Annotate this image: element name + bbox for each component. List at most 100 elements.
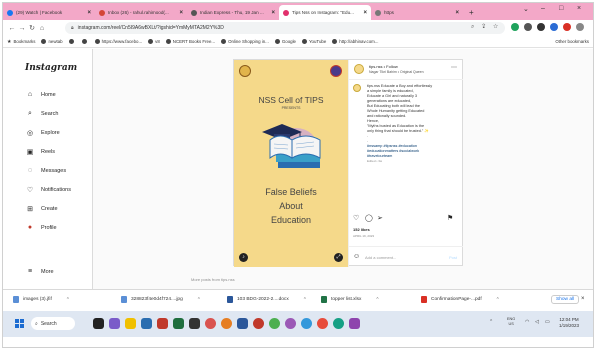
back-icon[interactable]: ←	[7, 25, 17, 32]
bookmark-item[interactable]: Online Shopping in...	[221, 39, 269, 44]
share-icon[interactable]: ➢	[377, 214, 383, 222]
menu-dots-icon[interactable]	[576, 23, 584, 31]
sidebar-icon[interactable]	[550, 23, 558, 31]
bookmark-item[interactable]: Google	[274, 39, 296, 44]
chrome-icon[interactable]	[221, 318, 232, 329]
nav-item-reels[interactable]: ▣ Reels	[25, 148, 55, 156]
post-location[interactable]: Nagar Tikri Bahim • Original Queen	[369, 70, 424, 74]
post-comment-button[interactable]: Post	[449, 255, 457, 260]
tab-close-icon[interactable]: ×	[271, 10, 275, 16]
likes-count[interactable]: 152 likes	[353, 227, 370, 232]
nav-item-create[interactable]: ⊞ Create	[25, 205, 57, 213]
tab-close-icon[interactable]: ×	[455, 10, 459, 16]
extension-icon[interactable]	[511, 23, 519, 31]
other-bookmarks[interactable]: Other bookmarks	[555, 39, 589, 44]
chrome-icon[interactable]	[285, 318, 296, 329]
new-tab-button[interactable]: +	[463, 5, 480, 20]
volume-icon[interactable]: ◁	[535, 319, 539, 325]
clock[interactable]: 12:04 PM 1/19/2023	[559, 317, 579, 329]
bookmark-item[interactable]: http://abhinav.com...	[332, 39, 379, 44]
battery-icon[interactable]: ▭	[545, 319, 550, 325]
chevron-up-icon[interactable]: ⌃	[303, 297, 307, 303]
tab-close-icon[interactable]: ×	[363, 10, 367, 16]
omnibox-action-icons[interactable]: ⌕ ⇪ ☆	[471, 24, 501, 31]
expand-icon[interactable]: ⤢	[334, 253, 343, 262]
chrome-icon[interactable]	[205, 318, 216, 329]
app-icon[interactable]	[189, 318, 200, 329]
download-item[interactable]: 328823f4e0d4f724....jpg ⌃	[121, 296, 201, 303]
file-explorer-icon[interactable]	[125, 318, 136, 329]
browser-tab[interactable]: Tips Nss on Instagram: "Edu... ×	[279, 5, 371, 20]
comment-icon[interactable]: ◯	[365, 214, 373, 222]
home-icon[interactable]: ⌂	[37, 25, 47, 32]
bookmark-item[interactable]: v8	[148, 39, 160, 44]
emoji-icon[interactable]: ☺	[353, 253, 360, 260]
download-item[interactable]: images (3).jfif ⌃	[13, 296, 70, 303]
post-image[interactable]: NSS Cell of TIPS PRESENTS False Beliefs …	[234, 60, 348, 267]
store-icon[interactable]	[141, 318, 152, 329]
nav-item-notifications[interactable]: ♡ Notifications	[25, 186, 71, 194]
bookmark-item[interactable]: ★ Bookmarks	[7, 39, 35, 45]
browser-tab[interactable]: Indian Express - Thu, 19 Jan ... ×	[187, 5, 279, 20]
avatar[interactable]	[354, 64, 364, 74]
minimize-button[interactable]: –	[541, 5, 545, 12]
task-view-icon[interactable]	[93, 318, 104, 329]
windows-start-icon[interactable]	[15, 319, 24, 328]
extension-icon[interactable]	[524, 23, 532, 31]
close-window-button[interactable]: ×	[577, 5, 581, 12]
language-indicator[interactable]: ENG US	[507, 317, 515, 327]
profile-avatar-icon[interactable]	[563, 23, 571, 31]
like-icon[interactable]: ♡	[353, 214, 359, 222]
forward-icon[interactable]: →	[17, 25, 27, 32]
more-options-icon[interactable]: ⋯	[451, 64, 457, 71]
teams-icon[interactable]	[109, 318, 120, 329]
more-posts-heading[interactable]: More posts from tips.nss	[191, 277, 235, 282]
download-item[interactable]: ConfirmationPage-...pdf ⌃	[421, 296, 500, 303]
nav-item-more[interactable]: ≡ More	[25, 268, 54, 275]
comment-input[interactable]: Add a comment...	[365, 255, 396, 260]
show-all-button[interactable]: Show all	[551, 295, 580, 304]
post-username[interactable]: tips.nss • Follow	[369, 64, 398, 69]
maximize-button[interactable]: □	[559, 5, 563, 12]
browser-tab[interactable]: Inbox (26) - rahul.rahimood(... ×	[95, 5, 187, 20]
chevron-up-icon[interactable]: ⌃	[66, 297, 70, 303]
tray-chevron-icon[interactable]: ⌃	[489, 319, 493, 325]
nav-item-home[interactable]: ⌂ Home	[25, 91, 56, 98]
bookmark-item[interactable]: newtab	[41, 39, 63, 44]
app-icon[interactable]	[173, 318, 184, 329]
wifi-icon[interactable]: ◠	[525, 319, 529, 325]
instagram-logo[interactable]: Instagram	[25, 63, 77, 73]
nav-item-explore[interactable]: ◎ Explore	[25, 129, 60, 137]
audio-icon[interactable]: ♪	[239, 253, 248, 262]
taskbar-search[interactable]: ⌕ Search	[31, 317, 75, 330]
bookmark-item[interactable]: YouTube	[302, 39, 326, 44]
word-icon[interactable]	[237, 318, 248, 329]
caption-avatar[interactable]	[353, 84, 361, 92]
browser-tab[interactable]: (29) Watch | Facebook ×	[3, 5, 95, 20]
chrome-icon[interactable]	[253, 318, 264, 329]
nav-item-profile[interactable]: ● Profile	[25, 224, 57, 231]
save-icon[interactable]: ⚑	[447, 214, 453, 222]
chrome-icon[interactable]	[317, 318, 328, 329]
bookmark-item[interactable]: NCERT Books Free...	[165, 39, 215, 44]
puzzle-icon[interactable]	[537, 23, 545, 31]
chrome-icon[interactable]	[333, 318, 344, 329]
tab-close-icon[interactable]: ×	[87, 10, 91, 16]
close-downloads-icon[interactable]: ×	[581, 296, 585, 302]
tab-close-icon[interactable]: ×	[179, 10, 183, 16]
app-icon[interactable]	[349, 318, 360, 329]
url-input[interactable]: 🔒︎ instagram.com/reel/Cn5I9A6wBXLt/?igsh…	[65, 22, 505, 34]
chevron-up-icon[interactable]: ⌃	[197, 297, 201, 303]
bookmark-item[interactable]	[68, 39, 76, 44]
tab-search-icon[interactable]: ⌄	[523, 5, 529, 13]
reload-icon[interactable]: ↻	[27, 24, 37, 32]
chrome-icon[interactable]	[301, 318, 312, 329]
chevron-up-icon[interactable]: ⌃	[375, 297, 379, 303]
lock-icon[interactable]: 🔒︎	[71, 25, 74, 31]
chrome-icon[interactable]	[269, 318, 280, 329]
download-item[interactable]: topper list.xlsx ⌃	[321, 296, 380, 303]
nav-item-messages[interactable]: ◌ Messages	[25, 167, 66, 174]
chevron-up-icon[interactable]: ⌃	[496, 297, 500, 303]
download-item[interactable]: 103 BDG-2022-2....docx ⌃	[227, 296, 307, 303]
app-icon[interactable]	[157, 318, 168, 329]
